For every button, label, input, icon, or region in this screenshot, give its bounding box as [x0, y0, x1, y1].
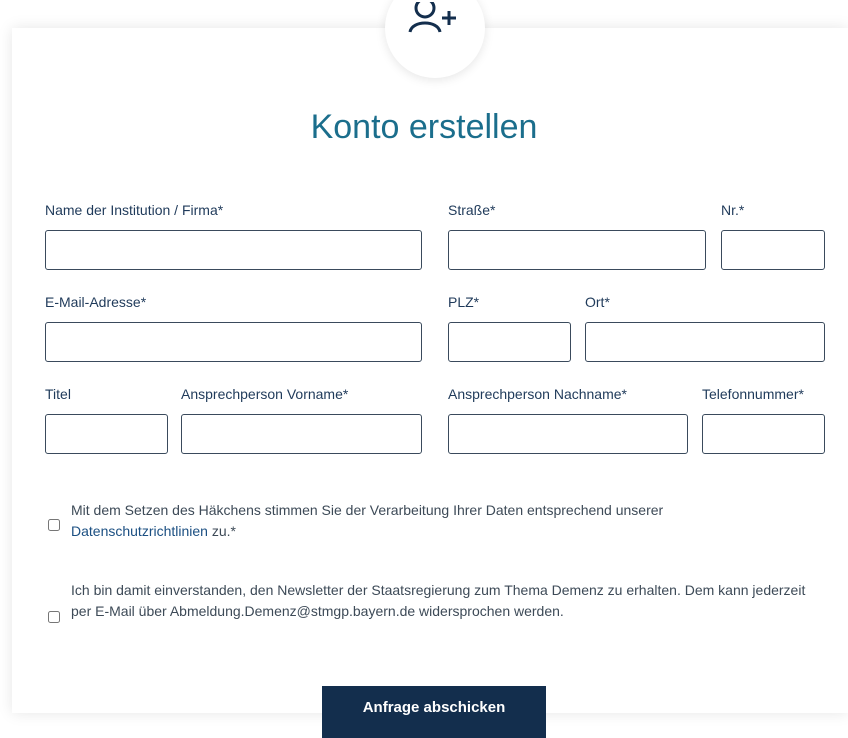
first-name-input[interactable]: [181, 414, 422, 454]
add-user-icon: [408, 2, 456, 33]
privacy-consent-text-before: Mit dem Setzen des Häkchens stimmen Sie …: [71, 502, 664, 518]
institution-label: Name der Institution / Firma*: [45, 202, 224, 218]
newsletter-consent-checkbox[interactable]: [48, 611, 60, 623]
title-field-label: Titel: [45, 386, 71, 402]
plz-label: PLZ*: [448, 294, 480, 310]
first-name-label: Ansprechperson Vorname*: [181, 386, 349, 402]
privacy-consent-text-after: zu.*: [207, 523, 236, 539]
title-input[interactable]: [45, 414, 168, 454]
privacy-consent-text: Mit dem Setzen des Häkchens stimmen Sie …: [71, 500, 811, 542]
street-input[interactable]: [448, 230, 706, 270]
institution-input[interactable]: [45, 230, 422, 270]
phone-label: Telefonnummer*: [702, 386, 804, 402]
page-title: Konto erstellen: [310, 108, 538, 146]
submit-request-button[interactable]: Anfrage abschicken: [322, 686, 546, 738]
house-number-input[interactable]: [721, 230, 825, 270]
city-input[interactable]: [585, 322, 825, 362]
plz-input[interactable]: [448, 322, 571, 362]
privacy-policy-link[interactable]: Datenschutzrichtlinien: [71, 523, 208, 539]
privacy-consent-checkbox[interactable]: [48, 519, 60, 531]
street-label: Straße*: [448, 202, 496, 218]
house-number-label: Nr.*: [721, 202, 745, 218]
last-name-input[interactable]: [448, 414, 688, 454]
city-label: Ort*: [585, 294, 610, 310]
email-label: E-Mail-Adresse*: [45, 294, 147, 310]
newsletter-consent-text: Ich bin damit einverstanden, den Newslet…: [71, 582, 806, 619]
last-name-label: Ansprechperson Nachname*: [448, 386, 627, 402]
email-input[interactable]: [45, 322, 422, 362]
phone-input[interactable]: [702, 414, 825, 454]
